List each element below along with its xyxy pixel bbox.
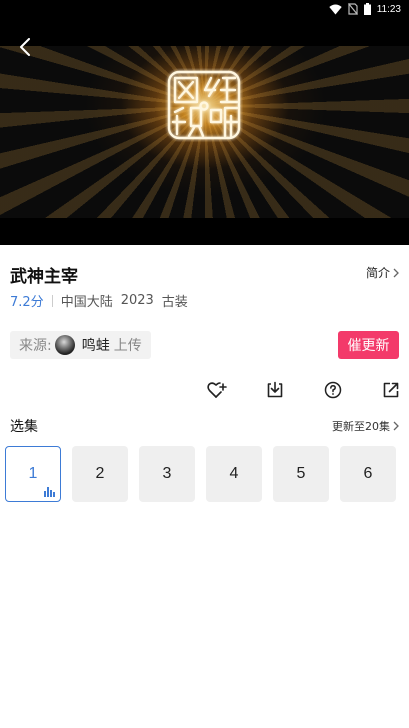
favorite-add-icon[interactable] bbox=[207, 380, 227, 400]
back-button[interactable] bbox=[14, 36, 36, 58]
show-title: 武神主宰 bbox=[10, 267, 78, 287]
episode-number: 4 bbox=[229, 465, 239, 482]
episode-number: 3 bbox=[162, 465, 172, 482]
episode-item[interactable]: 5 bbox=[273, 446, 329, 502]
status-bar: 11:23 bbox=[0, 0, 409, 18]
divider bbox=[51, 294, 53, 307]
action-bar bbox=[207, 380, 401, 400]
battery-icon bbox=[363, 3, 371, 15]
video-frame bbox=[0, 46, 409, 218]
episode-item[interactable]: 1 bbox=[5, 446, 61, 502]
episode-item[interactable]: 6 bbox=[340, 446, 396, 502]
download-icon[interactable] bbox=[265, 380, 285, 400]
episode-number: 2 bbox=[95, 465, 105, 482]
score: 7.2分 bbox=[10, 295, 44, 310]
region-tag: 中国大陆 bbox=[60, 295, 113, 310]
network-av-logo bbox=[167, 70, 241, 140]
episode-number: 5 bbox=[296, 465, 306, 482]
share-icon[interactable] bbox=[381, 380, 401, 400]
clock: 11:23 bbox=[376, 3, 401, 15]
help-icon[interactable] bbox=[323, 380, 343, 400]
episodes-title: 选集 bbox=[10, 419, 38, 435]
episode-item[interactable]: 3 bbox=[139, 446, 195, 502]
avatar bbox=[54, 335, 75, 355]
uploader-name: 鸣蛙 bbox=[81, 338, 110, 354]
video-player[interactable]: 11:23 bbox=[0, 0, 409, 245]
year-tag: 2023 bbox=[120, 293, 154, 308]
episode-list: 1 2 3 4 5 6 bbox=[5, 446, 396, 502]
intro-label: 简介 bbox=[365, 266, 390, 280]
intro-link[interactable]: 简介 bbox=[366, 264, 399, 281]
source-label: 来源: bbox=[19, 338, 52, 354]
episodes-update-link[interactable]: 更新至20集 bbox=[332, 418, 399, 434]
source-uploader[interactable]: 来源: 鸣蛙 上传 bbox=[10, 331, 151, 359]
no-sim-icon bbox=[347, 3, 358, 15]
episode-number: 1 bbox=[28, 465, 38, 482]
episode-item[interactable]: 4 bbox=[206, 446, 262, 502]
wifi-icon bbox=[329, 4, 342, 15]
genre-tag: 古装 bbox=[161, 295, 188, 310]
episode-number: 6 bbox=[363, 465, 373, 482]
episode-item[interactable]: 2 bbox=[72, 446, 128, 502]
now-playing-icon bbox=[44, 487, 55, 497]
show-meta: 7.2分 中国大陆 2023 古装 bbox=[10, 291, 196, 310]
upload-suffix: 上传 bbox=[113, 338, 142, 354]
chevron-left-icon bbox=[20, 38, 30, 56]
update-status: 更新至20集 bbox=[332, 420, 390, 433]
urge-update-button[interactable]: 催更新 bbox=[338, 331, 399, 359]
chevron-right-icon bbox=[393, 268, 399, 277]
chevron-right-icon bbox=[393, 421, 399, 431]
